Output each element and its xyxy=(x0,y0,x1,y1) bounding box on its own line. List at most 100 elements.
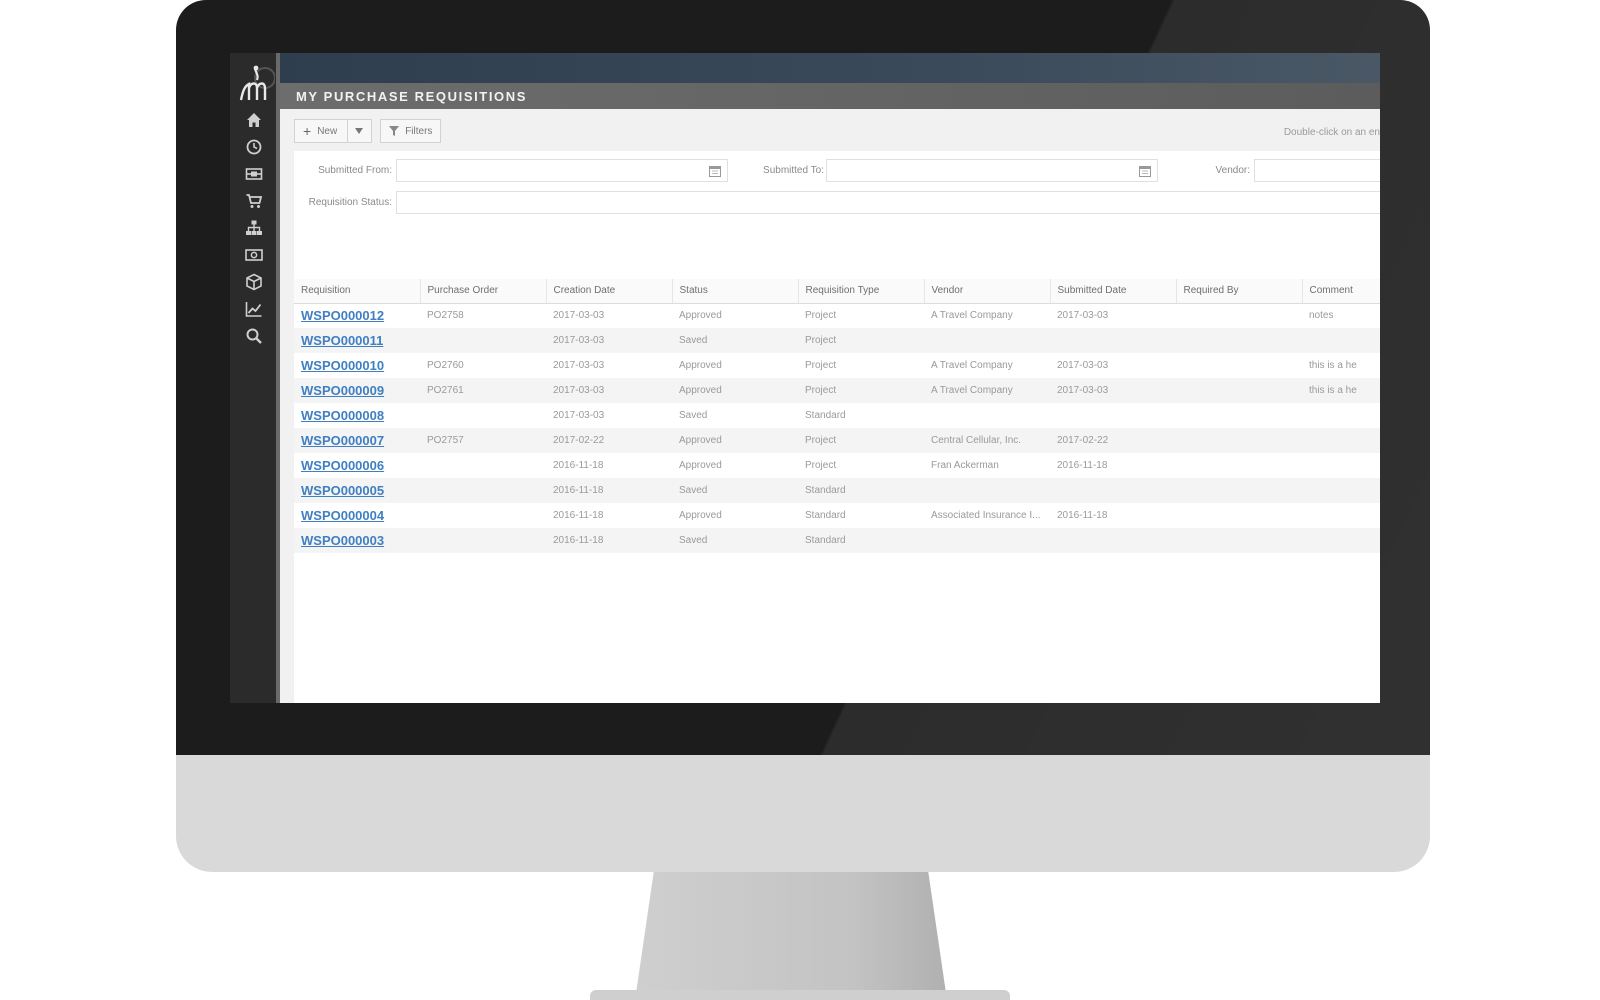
cell-requisition-type: Project xyxy=(805,460,837,471)
calendar-icon[interactable] xyxy=(1139,165,1151,177)
cell-requisition-type: Project xyxy=(798,428,924,453)
cell-submitted-date: 2016-11-18 xyxy=(1057,460,1108,471)
org-chart-icon[interactable] xyxy=(241,217,267,239)
card-icon[interactable] xyxy=(241,163,267,185)
cell-submitted-date: 2016-11-18 xyxy=(1057,510,1108,521)
cell-submitted-date: 2017-03-03 xyxy=(1057,360,1109,371)
requisitions-panel: Submitted From: Submitted To: Vendor: Re… xyxy=(294,151,1380,703)
cell-required-by xyxy=(1176,303,1302,328)
cell-comment xyxy=(1302,403,1380,428)
cell-status: Saved xyxy=(672,528,798,553)
requisitions-table: Requisition Purchase Order Creation Date St… xyxy=(294,279,1380,553)
chart-icon[interactable] xyxy=(241,298,267,320)
table-row[interactable]: WSPO000003 2016-11-18 Saved Standard xyxy=(294,528,1380,553)
column-header-vendor[interactable]: Vendor xyxy=(924,279,1051,304)
cell-requisition-type: Standard xyxy=(798,478,924,503)
column-header-submitted-date[interactable]: Submitted Date xyxy=(1050,279,1177,304)
cell-required-by xyxy=(1176,453,1302,478)
calendar-icon[interactable] xyxy=(709,165,721,177)
requisition-link[interactable]: WSPO000007 xyxy=(301,433,384,448)
submitted-from-label: Submitted From: xyxy=(318,165,392,176)
monitor-chin xyxy=(176,755,1430,872)
requisition-link[interactable]: WSPO000005 xyxy=(301,483,384,498)
vendor-label: Vendor: xyxy=(1215,165,1250,176)
table-row[interactable]: WSPO000012 PO2758 2017-03-03 Approved Projec… xyxy=(294,303,1380,328)
cell-requisition: WSPO000005 xyxy=(294,478,420,503)
table-row[interactable]: WSPO000008 2017-03-03 Saved Standard xyxy=(294,403,1380,428)
cell-requisition: WSPO000012 xyxy=(294,303,420,328)
cell-vendor xyxy=(924,528,1050,553)
column-header-creation-date[interactable]: Creation Date xyxy=(546,279,673,304)
filter-row-status: Requisition Status: xyxy=(294,191,1380,215)
cell-status: Approved xyxy=(679,360,722,371)
requisition-link[interactable]: WSPO000006 xyxy=(301,458,384,473)
requisition-link[interactable]: WSPO000008 xyxy=(301,408,384,423)
cell-requisition: WSPO000010 xyxy=(294,353,420,378)
cell-comment xyxy=(1302,328,1380,353)
table-row[interactable]: WSPO000007 PO2757 2017-02-22 Approved Projec… xyxy=(294,428,1380,453)
sidebar xyxy=(230,53,280,703)
submitted-to-field[interactable] xyxy=(826,159,1158,182)
table-row[interactable]: WSPO000011 2017-03-03 Saved Project xyxy=(294,328,1380,353)
submitted-from-field[interactable] xyxy=(396,159,728,182)
new-button[interactable]: + New xyxy=(294,119,373,143)
page-title: MY PURCHASE REQUISITIONS xyxy=(296,88,528,104)
money-icon[interactable] xyxy=(241,244,267,266)
requisition-link[interactable]: WSPO000004 xyxy=(301,508,384,523)
vendor-field[interactable] xyxy=(1254,159,1380,182)
toolbar: + New Filters xyxy=(294,119,442,145)
requisition-link[interactable]: WSPO000009 xyxy=(301,383,384,398)
column-header-required-by[interactable]: Required By xyxy=(1176,279,1303,304)
requisition-link[interactable]: WSPO000003 xyxy=(301,533,384,548)
cell-purchase-order: PO2757 xyxy=(420,428,546,453)
table-row[interactable]: WSPO000009 PO2761 2017-03-03 Approved Projec… xyxy=(294,378,1380,403)
cell-submitted-date xyxy=(1050,478,1176,503)
monitor-frame: MY PURCHASE REQUISITIONS + New Filters D… xyxy=(176,0,1430,872)
column-header-requisition[interactable]: Requisition xyxy=(294,279,421,304)
requisition-link[interactable]: WSPO000010 xyxy=(301,358,384,373)
cell-comment xyxy=(1302,453,1380,478)
cell-required-by xyxy=(1176,428,1302,453)
table-header-row: Requisition Purchase Order Creation Date St… xyxy=(294,279,1380,304)
cell-purchase-order: PO2760 xyxy=(427,360,464,371)
column-header-requisition-type[interactable]: Requisition Type xyxy=(798,279,925,304)
cell-status: Approved xyxy=(679,510,722,521)
cell-required-by xyxy=(1176,528,1302,553)
clock-icon[interactable] xyxy=(241,136,267,158)
cell-comment xyxy=(1302,503,1380,528)
cell-required-by xyxy=(1176,403,1302,428)
table-row[interactable]: WSPO000004 2016-11-18 Approved Standard Asso… xyxy=(294,503,1380,528)
table-row[interactable]: WSPO000006 2016-11-18 Approved Project Fran … xyxy=(294,453,1380,478)
home-icon[interactable] xyxy=(241,109,267,131)
cell-vendor: Fran Ackerman xyxy=(931,460,999,471)
filters-button[interactable]: Filters xyxy=(380,119,442,143)
table-row[interactable]: WSPO000010 PO2760 2017-03-03 Approved Projec… xyxy=(294,353,1380,378)
cell-requisition: WSPO000004 xyxy=(294,503,420,528)
monitor-bezel: MY PURCHASE REQUISITIONS + New Filters D… xyxy=(176,0,1430,755)
requisition-status-label: Requisition Status: xyxy=(308,197,392,208)
cell-status: Saved xyxy=(672,328,798,353)
cart-icon[interactable] xyxy=(241,190,267,212)
cell-purchase-order xyxy=(420,478,546,503)
column-header-status[interactable]: Status xyxy=(672,279,799,304)
box-icon[interactable] xyxy=(241,271,267,293)
monitor-stand xyxy=(635,872,947,1000)
cell-requisition: WSPO000006 xyxy=(294,453,420,478)
column-header-comment[interactable]: Comment xyxy=(1302,279,1380,304)
cell-comment xyxy=(1302,478,1380,503)
plus-icon: + xyxy=(303,123,312,139)
new-button-label: New xyxy=(317,125,338,137)
requisition-link[interactable]: WSPO000011 xyxy=(301,333,383,348)
search-icon[interactable] xyxy=(241,325,267,347)
table-row[interactable]: WSPO000005 2016-11-18 Saved Standard xyxy=(294,478,1380,503)
cell-required-by xyxy=(1176,503,1302,528)
app-logo-icon[interactable] xyxy=(230,57,280,107)
requisition-link[interactable]: WSPO000012 xyxy=(301,308,384,323)
column-header-purchase-order[interactable]: Purchase Order xyxy=(420,279,547,304)
cell-required-by xyxy=(1176,353,1302,378)
cell-vendor: Associated Insurance I... xyxy=(931,510,1041,521)
cell-required-by xyxy=(1176,478,1302,503)
new-dropdown-chevron-down-icon[interactable] xyxy=(347,120,364,142)
cell-submitted-date: 2017-03-03 xyxy=(1057,310,1109,322)
requisition-status-field[interactable] xyxy=(396,191,1380,214)
